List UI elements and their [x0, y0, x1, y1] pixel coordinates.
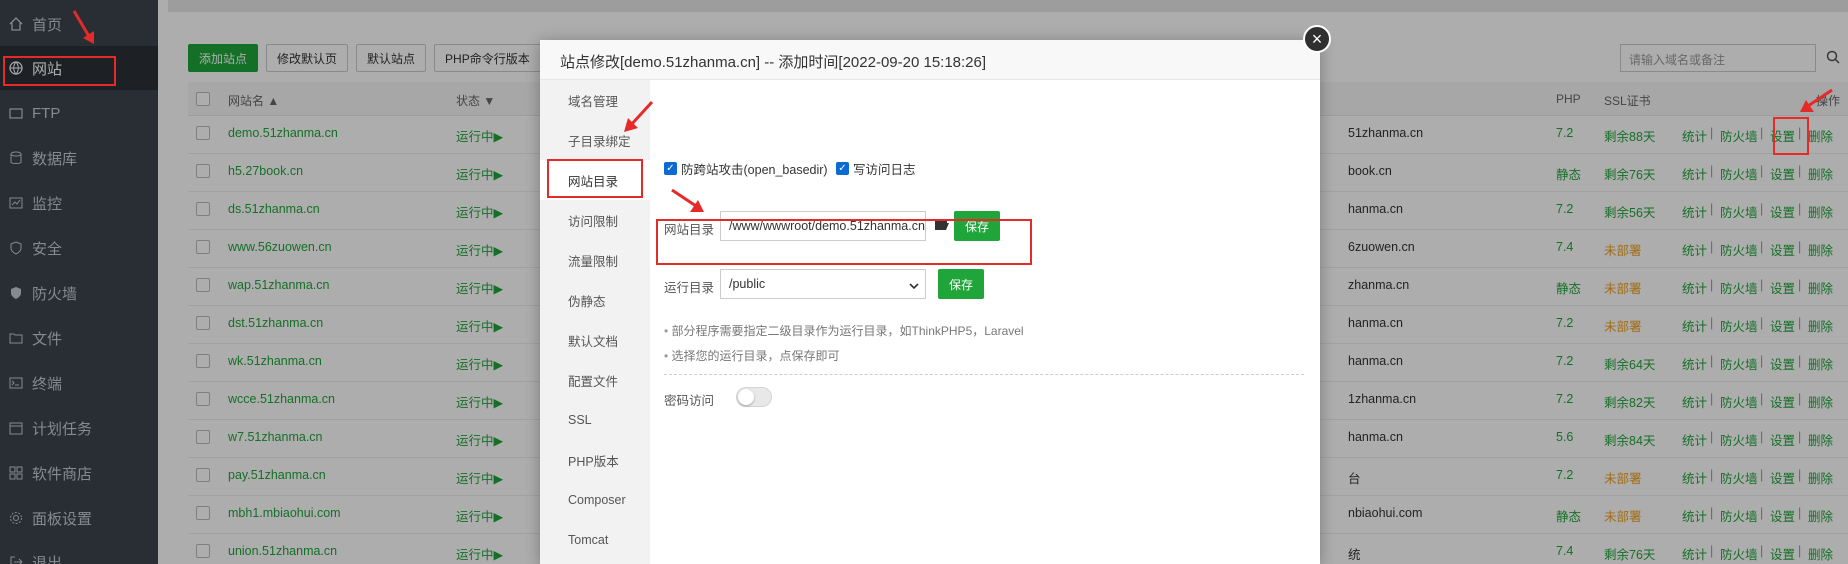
tab-rewrite[interactable]: 伪静态	[540, 280, 650, 320]
tab-access-restriction[interactable]: 访问限制	[540, 200, 650, 240]
site-edit-modal: 站点修改[demo.51zhanma.cn] -- 添加时间[2022-09-2…	[540, 40, 1320, 564]
highlight-box-run-dir	[656, 219, 1032, 265]
arrow-annotation	[624, 100, 654, 132]
tip-item: 部分程序需要指定二级目录作为运行目录，如ThinkPHP5，Laravel	[664, 322, 1024, 339]
modal-menu: 域名管理 子目录绑定 网站目录 访问限制 流量限制 伪静态 默认文档 配置文件 …	[540, 80, 650, 564]
chevron-down-icon	[909, 279, 919, 293]
tip-item: 选择您的运行目录，点保存即可	[664, 347, 1024, 364]
highlight-box-website-nav	[3, 56, 116, 86]
check-icon: ✓	[664, 162, 677, 175]
save-run-dir-button[interactable]: 保存	[938, 269, 984, 299]
arrow-annotation	[671, 188, 704, 212]
tab-tomcat[interactable]: Tomcat	[540, 520, 650, 560]
arrow-annotation	[72, 10, 94, 44]
write-log-checkbox[interactable]: ✓ 写访问日志	[836, 159, 916, 178]
modal-body: ✓ 防跨站攻击(open_basedir) ✓ 写访问日志 网站目录 /www/…	[650, 80, 1320, 564]
run-dir-label: 运行目录	[664, 281, 715, 295]
close-modal-button[interactable]: ×	[1303, 25, 1331, 53]
tab-ssl[interactable]: SSL	[540, 400, 650, 440]
tab-traffic-limit[interactable]: 流量限制	[540, 240, 650, 280]
run-dir-select[interactable]: /public	[720, 269, 926, 299]
anti-xss-checkbox[interactable]: ✓ 防跨站攻击(open_basedir)	[664, 159, 828, 178]
password-access-label: 密码访问	[664, 394, 715, 408]
arrow-annotation	[1800, 88, 1833, 112]
check-icon: ✓	[836, 162, 849, 175]
modal-title: 站点修改[demo.51zhanma.cn] -- 添加时间[2022-09-2…	[540, 40, 1320, 80]
tab-php-version[interactable]: PHP版本	[540, 440, 650, 480]
divider	[664, 374, 1304, 375]
tab-default-document[interactable]: 默认文档	[540, 320, 650, 360]
tab-composer[interactable]: Composer	[540, 480, 650, 520]
highlight-box-settings-link	[1773, 117, 1809, 155]
tab-config-file[interactable]: 配置文件	[540, 360, 650, 400]
password-access-toggle[interactable]	[736, 387, 772, 407]
tips-list: 部分程序需要指定二级目录作为运行目录，如ThinkPHP5，Laravel 选择…	[664, 322, 1024, 372]
highlight-box-site-dir-tab	[547, 159, 643, 198]
